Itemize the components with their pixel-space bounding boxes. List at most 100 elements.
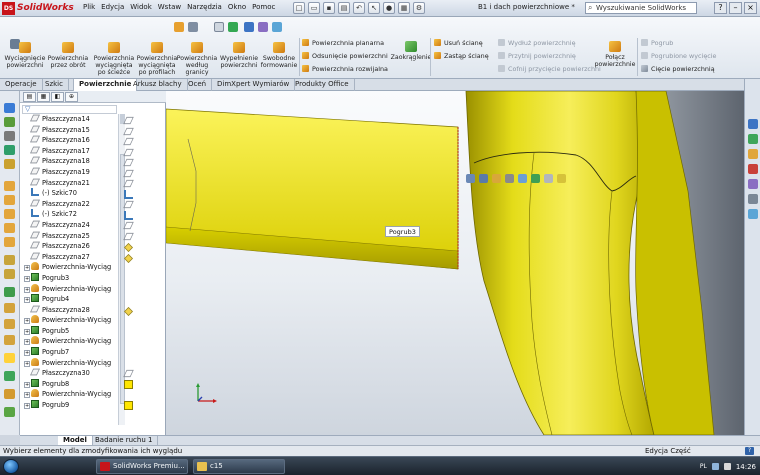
hide-show-icon[interactable] bbox=[244, 22, 254, 32]
ruled-surface-button[interactable]: Powierzchnia rozwijalna bbox=[302, 65, 388, 73]
tree-item[interactable]: Płaszczyzna26 bbox=[20, 241, 117, 252]
planar-surface-button[interactable]: Powierzchnia planarna bbox=[302, 39, 384, 47]
yellow-box-body[interactable] bbox=[166, 108, 459, 270]
expand-icon[interactable]: + bbox=[24, 403, 30, 410]
tree-item[interactable]: Płaszczyzna18 bbox=[20, 156, 117, 167]
view-orientation-icon[interactable] bbox=[518, 174, 527, 183]
graphics-area[interactable]: Pogrub3 bbox=[166, 91, 744, 435]
appearance-hud-icon[interactable] bbox=[557, 174, 566, 183]
freeform-button[interactable]: Swobodne formowanie bbox=[257, 42, 301, 69]
search-results-icon[interactable] bbox=[748, 164, 758, 174]
feature-icon-8[interactable] bbox=[4, 287, 15, 297]
tree-item[interactable]: Płaszczyzna19 bbox=[20, 167, 117, 178]
solidworks-logo[interactable]: DS SolidWorks bbox=[2, 2, 74, 15]
tree-item[interactable]: + Powierzchnia-Wyciąg bbox=[20, 336, 117, 347]
feature-icon-15[interactable] bbox=[4, 407, 15, 417]
undo-icon[interactable]: ↶ bbox=[353, 2, 365, 14]
untrim-surface-button[interactable]: Cofnij przycięcie powierzchni bbox=[498, 65, 601, 73]
tab-produkty-office[interactable]: Produkty Office bbox=[290, 79, 355, 91]
menu-widok[interactable]: Widok bbox=[130, 3, 152, 11]
tree-item[interactable]: + Pogrub4 bbox=[20, 294, 117, 305]
menu-narzedzia[interactable]: Narzędzia bbox=[187, 3, 222, 11]
sketch-tool-icon[interactable] bbox=[4, 103, 15, 113]
file-properties-icon[interactable]: ▦ bbox=[398, 2, 410, 14]
save-icon[interactable]: ▪ bbox=[323, 2, 335, 14]
start-button-icon[interactable] bbox=[3, 459, 19, 474]
resources-icon[interactable] bbox=[748, 119, 758, 129]
tree-item[interactable]: + Pogrub3 bbox=[20, 272, 117, 284]
print-icon[interactable]: ▤ bbox=[338, 2, 350, 14]
language-indicator[interactable]: PL bbox=[700, 463, 707, 470]
trim-tool-icon[interactable] bbox=[4, 159, 15, 169]
boundary-surface-button[interactable]: Powierzchnia według granicy bbox=[175, 42, 219, 76]
rebuild-icon[interactable]: ● bbox=[383, 2, 395, 14]
dimxpert-tab-icon[interactable]: ⊕ bbox=[65, 92, 78, 102]
minimize-icon[interactable]: – bbox=[729, 2, 742, 14]
feature-icon-7[interactable] bbox=[4, 269, 15, 279]
feature-icon-14[interactable] bbox=[4, 389, 15, 399]
surface-cut-button[interactable]: Cięcie powierzchnią bbox=[641, 65, 715, 73]
tab-arkusz-blachy[interactable]: Arkusz blachy bbox=[128, 79, 188, 91]
line-tool-icon[interactable] bbox=[4, 117, 15, 127]
feature-icon-12[interactable] bbox=[4, 353, 15, 363]
tree-item[interactable]: Płaszczyzna21 bbox=[20, 178, 117, 189]
tree-item[interactable]: Płaszczyzna28 bbox=[20, 305, 117, 316]
expand-icon[interactable]: + bbox=[24, 318, 30, 325]
thicken-button[interactable]: Pogrub bbox=[641, 39, 673, 47]
tree-item[interactable]: + Powierzchnia-Wyciąg bbox=[20, 357, 117, 369]
menu-pomoc[interactable]: Pomoc bbox=[252, 3, 275, 11]
help-icon[interactable]: ? bbox=[745, 447, 754, 455]
expand-icon[interactable]: + bbox=[24, 328, 30, 335]
tree-item[interactable]: Płaszczyzna15 bbox=[20, 125, 117, 136]
open-folder-icon[interactable]: ▭ bbox=[308, 2, 320, 14]
feature-icon-5[interactable] bbox=[4, 237, 15, 247]
tree-item[interactable]: + Pogrub9 bbox=[20, 400, 117, 411]
edit-appearance-icon[interactable] bbox=[258, 22, 268, 32]
expand-icon[interactable]: + bbox=[24, 275, 30, 282]
close-icon[interactable]: × bbox=[744, 2, 757, 14]
tree-item[interactable]: + Powierzchnia-Wyciąg bbox=[20, 315, 117, 326]
previous-view-icon[interactable] bbox=[492, 174, 501, 183]
section-view-icon[interactable] bbox=[505, 174, 514, 183]
tree-item[interactable]: + Pogrub5 bbox=[20, 325, 117, 337]
tree-item[interactable]: + Pogrub7 bbox=[20, 347, 117, 358]
tree-item[interactable]: + Pogrub8 bbox=[20, 378, 117, 390]
tab-dimxpert[interactable]: DimXpert Wymiarów bbox=[212, 79, 296, 91]
tree-item[interactable]: Płaszczyzna14 bbox=[20, 114, 117, 125]
view-icon-1[interactable] bbox=[174, 22, 184, 32]
swept-surface-button[interactable]: Powierzchnia wyciągnięta po ścieżce bbox=[92, 42, 136, 76]
tree-item[interactable]: Płaszczyzna27 bbox=[20, 252, 117, 263]
select-tool-icon[interactable] bbox=[214, 22, 224, 32]
feature-icon-2[interactable] bbox=[4, 195, 15, 205]
configurationmanager-tab-icon[interactable]: ◧ bbox=[51, 92, 64, 102]
feature-icon-9[interactable] bbox=[4, 303, 15, 313]
volume-icon[interactable] bbox=[723, 463, 731, 470]
revolved-surface-button[interactable]: Powierzchnia przez obrót bbox=[46, 42, 90, 69]
options-icon[interactable]: ⚙ bbox=[413, 2, 425, 14]
tree-item[interactable]: + Powierzchnia-Wyciąg bbox=[20, 389, 117, 400]
feature-icon-3[interactable] bbox=[4, 209, 15, 219]
view-icon-2[interactable] bbox=[188, 22, 198, 32]
feature-icon-10[interactable] bbox=[4, 319, 15, 329]
menu-okno[interactable]: Okno bbox=[228, 3, 246, 11]
tree-item[interactable]: Płaszczyzna25 bbox=[20, 231, 117, 242]
display-style-hud-icon[interactable] bbox=[531, 174, 540, 183]
feature-icon-13[interactable] bbox=[4, 371, 15, 381]
expand-icon[interactable]: + bbox=[24, 360, 30, 367]
expand-icon[interactable]: + bbox=[24, 297, 30, 304]
feature-icon-11[interactable] bbox=[4, 335, 15, 345]
custom-properties-icon[interactable] bbox=[748, 209, 758, 219]
fillet-button[interactable]: Zaokrąglenie bbox=[388, 41, 434, 61]
thickened-cut-button[interactable]: Pogrubione wycięcie bbox=[641, 52, 716, 60]
knit-surface-button[interactable]: Połącz powierzchnie bbox=[594, 41, 636, 68]
tree-item[interactable]: (-) Szkic72 bbox=[20, 209, 117, 220]
extend-surface-button[interactable]: Wydłuż powierzchnię bbox=[498, 39, 576, 47]
tree-item[interactable]: Płaszczyzna30 bbox=[20, 368, 117, 379]
menu-plik[interactable]: Plik bbox=[83, 3, 95, 11]
help-icon[interactable]: ? bbox=[714, 2, 727, 14]
menu-wstaw[interactable]: Wstaw bbox=[158, 3, 181, 11]
new-document-icon[interactable]: □ bbox=[293, 2, 305, 14]
appearances-icon[interactable] bbox=[748, 194, 758, 204]
expand-icon[interactable]: + bbox=[24, 392, 30, 399]
tab-ocen[interactable]: Oceń bbox=[183, 79, 213, 91]
